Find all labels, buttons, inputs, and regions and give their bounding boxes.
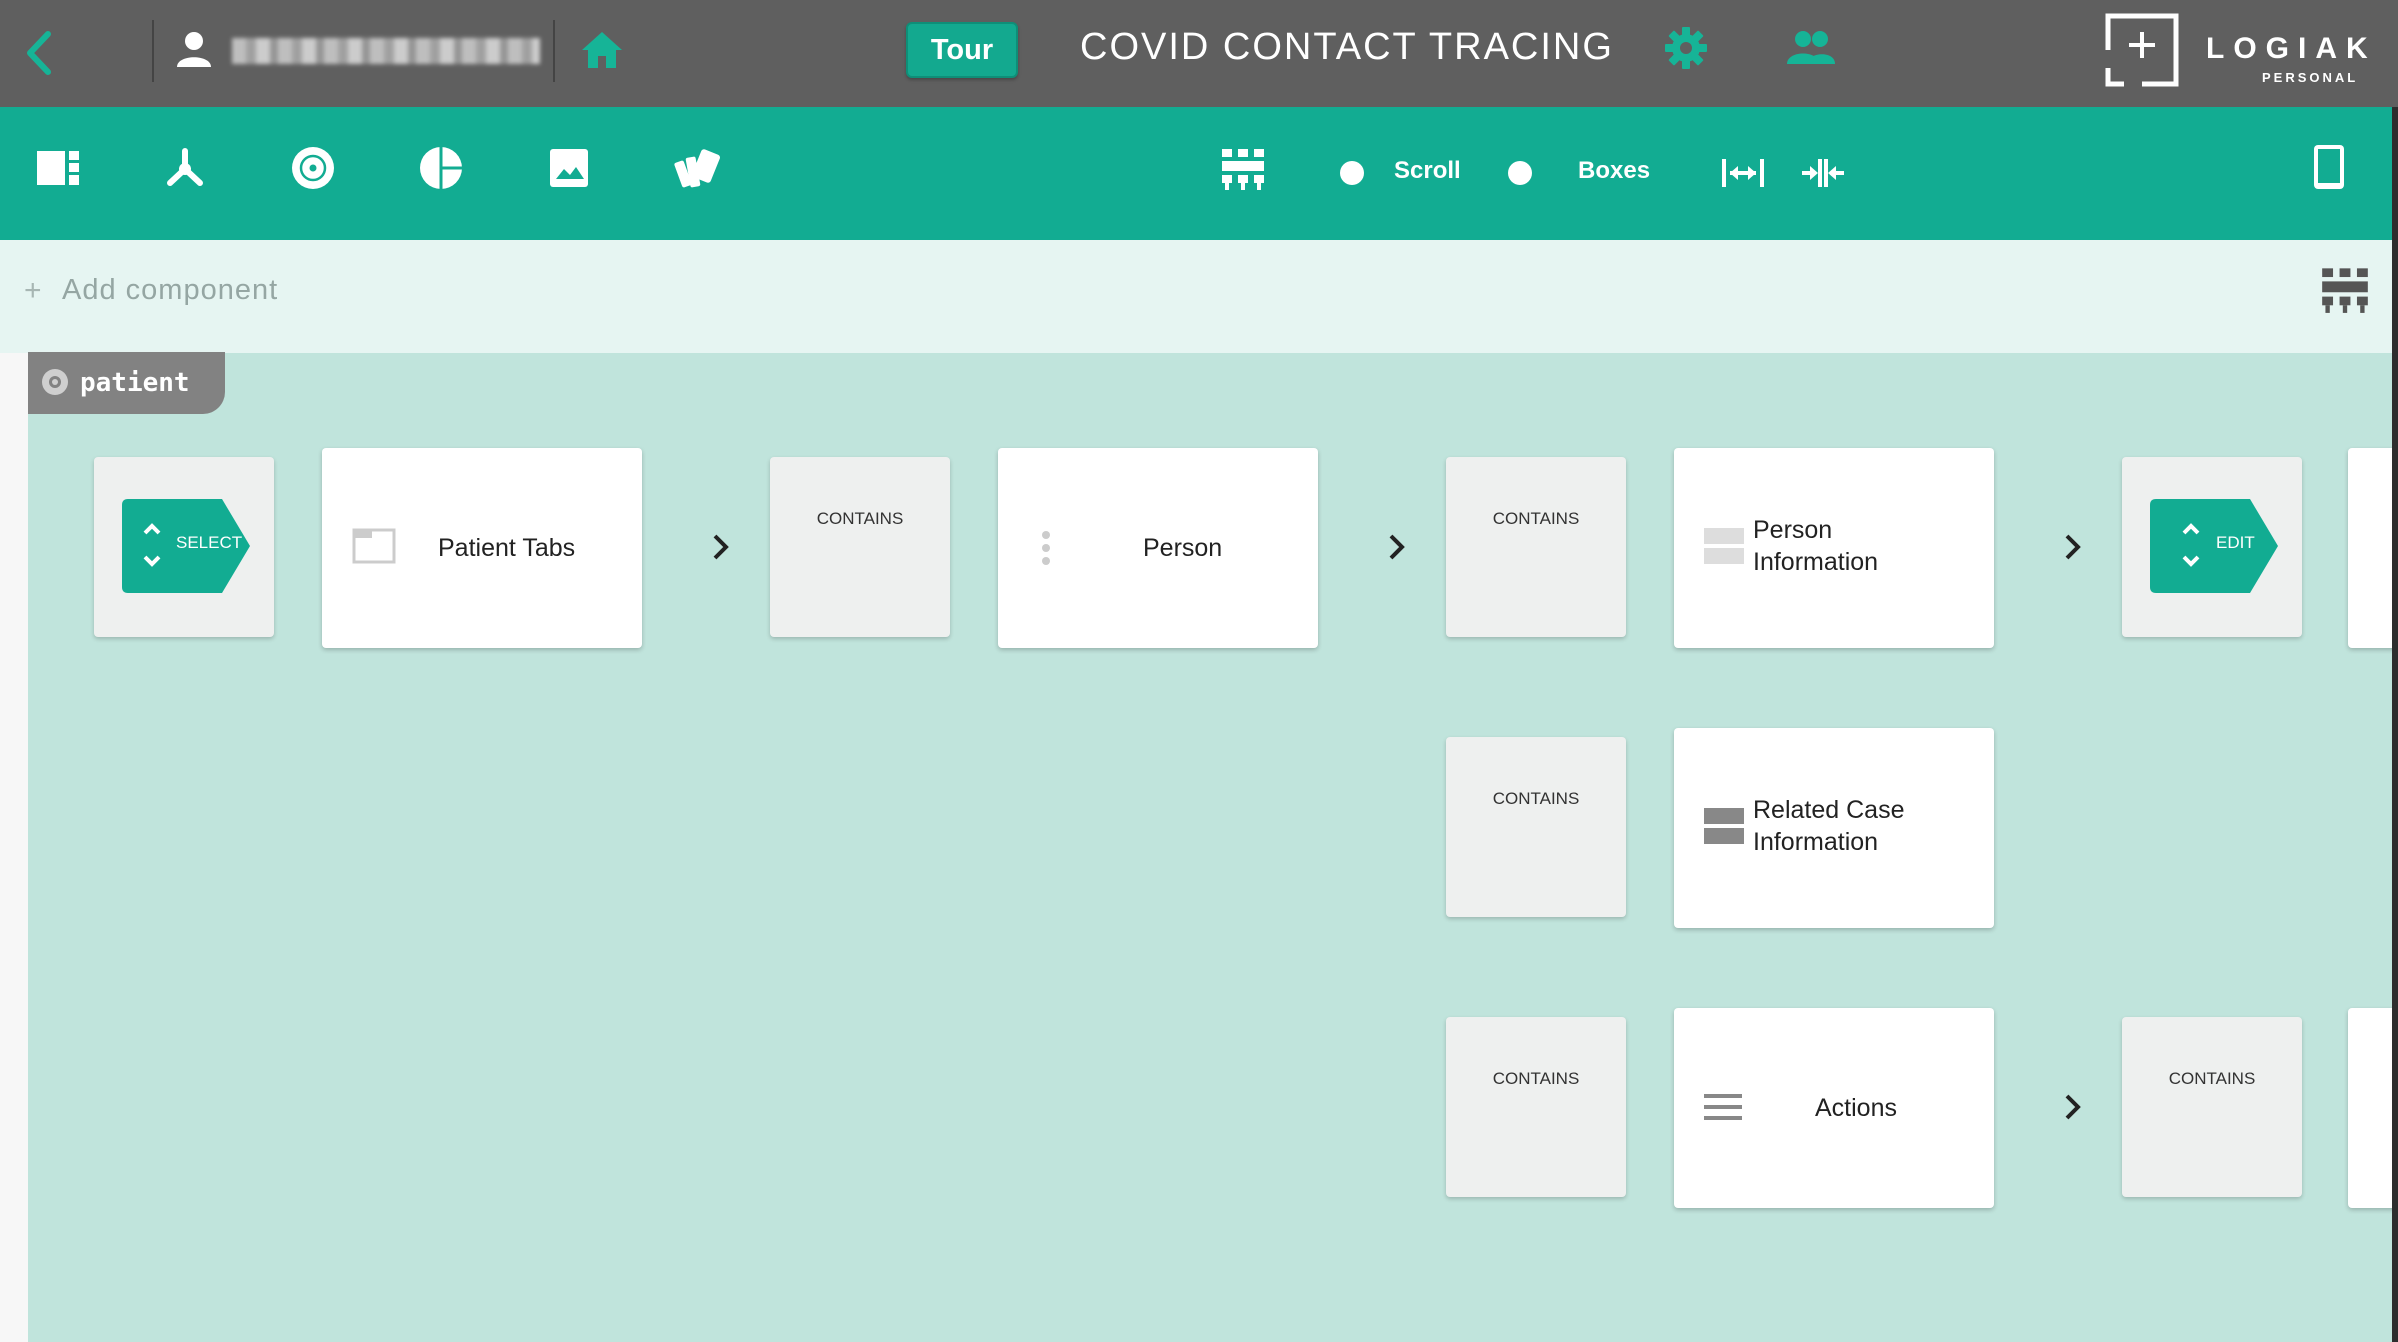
boxes-label[interactable]: Boxes	[1578, 157, 1650, 185]
app-window: Tour COVID CONTACT TRACING LOGIAK PERSON…	[0, 0, 2398, 1342]
tablet-icon[interactable]	[2306, 145, 2352, 254]
card-title: Person Information	[1753, 516, 1879, 576]
contains-node[interactable]: CONTAINS	[2122, 1017, 2302, 1197]
contains-label: CONTAINS	[1492, 789, 1580, 808]
tabs-icon	[352, 528, 396, 564]
window-edge	[2392, 107, 2398, 1342]
target-icon[interactable]	[290, 145, 336, 254]
card-title: Patient Tabs	[438, 534, 576, 562]
select-tag[interactable]: SELECT	[122, 499, 250, 593]
logo-wordmark: LOGIAK	[2206, 32, 2377, 65]
section-tag[interactable]: patient	[28, 352, 225, 414]
home-icon[interactable]	[580, 30, 624, 70]
logo-mark	[2102, 10, 2182, 90]
add-component-label[interactable]: Add component	[62, 274, 278, 307]
add-component-bar[interactable]	[0, 240, 2398, 353]
section-tag-label: patient	[80, 368, 190, 398]
top-bar: Tour COVID CONTACT TRACING LOGIAK PERSON…	[0, 0, 2398, 107]
contains-label: CONTAINS	[1492, 509, 1580, 528]
boxes-radio[interactable]	[1508, 161, 1532, 185]
layout-icon[interactable]	[35, 145, 81, 254]
select-label: SELECT	[176, 533, 243, 552]
image-icon[interactable]	[546, 145, 592, 254]
form-icon	[1704, 808, 1744, 844]
contains-node[interactable]: CONTAINS	[1446, 1017, 1626, 1197]
form-icon	[1704, 528, 1744, 564]
editor-toolbar: Scroll Boxes	[0, 107, 2398, 254]
gear-icon[interactable]	[1664, 26, 1708, 70]
edit-label: EDIT	[2216, 533, 2255, 552]
target-icon	[42, 369, 68, 395]
edit-node[interactable]: EDIT	[2122, 457, 2302, 637]
person-information-card[interactable]: Person Information	[1674, 448, 1994, 648]
plus-icon[interactable]: +	[24, 274, 42, 308]
users-icon[interactable]	[1786, 30, 1836, 66]
cut-off-card[interactable]	[2348, 448, 2398, 648]
logo-subtitle: PERSONAL	[2262, 70, 2359, 85]
contains-node[interactable]: CONTAINS	[1446, 457, 1626, 637]
left-gutter	[0, 353, 28, 1342]
contains-node[interactable]: CONTAINS	[770, 457, 950, 637]
actions-card[interactable]: Actions	[1674, 1008, 1994, 1208]
card-title: Related Case Information	[1753, 796, 1905, 856]
divider	[152, 20, 154, 82]
columns-icon[interactable]	[1220, 145, 1266, 254]
cut-off-card[interactable]	[2348, 1008, 2398, 1208]
card-title: Actions	[1815, 1094, 1897, 1122]
contains-label: CONTAINS	[816, 509, 904, 528]
scroll-radio[interactable]	[1340, 161, 1364, 185]
chevron-right-icon	[713, 534, 729, 560]
chevron-right-icon	[2065, 1094, 2081, 1120]
patient-tabs-card[interactable]: Patient Tabs	[322, 448, 642, 648]
chevron-right-icon	[2065, 534, 2081, 560]
expand-width-icon[interactable]	[1720, 153, 1766, 193]
drag-handle-icon[interactable]	[1040, 530, 1052, 566]
related-case-information-card[interactable]: Related Case Information	[1674, 728, 1994, 928]
back-chevron-icon[interactable]	[22, 28, 56, 78]
hierarchy-icon[interactable]	[162, 145, 208, 254]
divider	[553, 20, 555, 82]
card-title: Person	[1143, 534, 1223, 562]
chevron-right-icon	[1389, 534, 1405, 560]
scroll-label[interactable]: Scroll	[1394, 157, 1461, 185]
person-card[interactable]: Person	[998, 448, 1318, 648]
user-icon	[175, 30, 213, 68]
columns-icon[interactable]	[2320, 264, 2370, 314]
collapse-width-icon[interactable]	[1800, 153, 1846, 193]
pie-chart-icon[interactable]	[418, 145, 464, 254]
select-node[interactable]: SELECT	[94, 457, 274, 637]
contains-node[interactable]: CONTAINS	[1446, 737, 1626, 917]
menu-icon	[1704, 1094, 1742, 1120]
contains-label: CONTAINS	[1492, 1069, 1580, 1088]
tour-button[interactable]: Tour	[906, 22, 1018, 78]
swatches-icon[interactable]	[674, 145, 720, 254]
user-name[interactable]	[232, 38, 540, 64]
app-title: COVID CONTACT TRACING	[1080, 26, 1614, 68]
contains-label: CONTAINS	[2168, 1069, 2256, 1088]
edit-tag[interactable]: EDIT	[2150, 499, 2278, 593]
